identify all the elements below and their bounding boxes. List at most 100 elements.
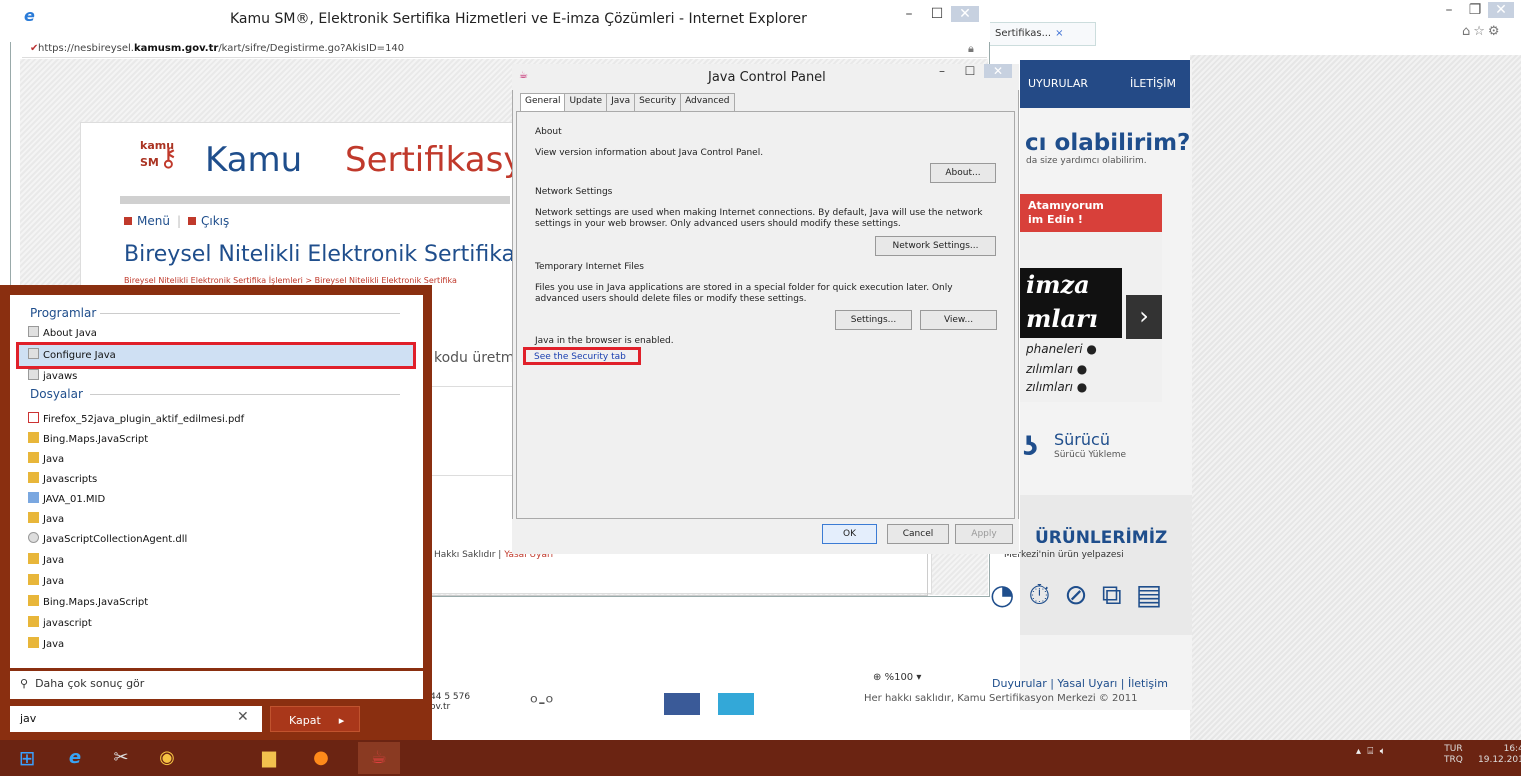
minimize-icon[interactable]: –: [895, 6, 923, 22]
address-bar[interactable]: https://nesbireysel.kamusm.gov.tr/kart/s…: [22, 41, 987, 58]
product-icon[interactable]: ⧉: [1102, 578, 1136, 611]
program-about-java[interactable]: About Java: [28, 326, 97, 339]
lock-icon[interactable]: 🔒︎: [968, 42, 974, 56]
clear-search-icon[interactable]: ✕: [237, 709, 249, 725]
page-title: Bireysel Nitelikli Elektronik Sertifika …: [124, 242, 547, 267]
ie-window-controls: – ☐ ✕: [895, 6, 987, 30]
start-search-input[interactable]: jav: [10, 706, 262, 732]
apply-button[interactable]: Apply: [955, 524, 1013, 544]
site-favicon-icon: ✔: [30, 43, 39, 54]
configure-java-highlight: [16, 342, 416, 369]
file-item[interactable]: Bing.Maps.JavaScript: [28, 432, 148, 445]
maximize-icon[interactable]: ☐: [956, 64, 984, 78]
snipping-tool-icon[interactable]: ✂: [100, 742, 142, 774]
home-icon[interactable]: ⌂: [1462, 24, 1473, 39]
network-settings-button[interactable]: Network Settings...: [875, 236, 996, 256]
product-icon[interactable]: ⏱: [1028, 578, 1064, 611]
tab-java[interactable]: Java: [606, 93, 636, 111]
browser-status-text: Java in the browser is enabled.: [535, 336, 674, 346]
menu-link[interactable]: Menü: [137, 214, 170, 228]
products-title: ÜRÜNLERİMİZ: [1035, 528, 1168, 548]
background-pattern: [1190, 55, 1521, 740]
maximize-icon[interactable]: ☐: [923, 6, 951, 22]
network-icon[interactable]: ⌸: [1367, 746, 1373, 757]
file-item[interactable]: javascript: [28, 616, 92, 629]
close-icon[interactable]: ✕: [984, 64, 1012, 78]
cancel-button[interactable]: Cancel: [887, 524, 949, 544]
product-icon[interactable]: ◔: [990, 578, 1028, 611]
product-icons: ◔⏱⊘⧉▤: [990, 578, 1176, 612]
close-icon[interactable]: ✕: [1488, 2, 1514, 18]
zoom-icon: ⊕: [873, 672, 882, 683]
file-item[interactable]: Java: [28, 637, 64, 650]
kamusm-logo-icon: kamu SM⚷: [140, 139, 178, 173]
slider-next-icon[interactable]: ›: [1126, 295, 1162, 339]
browser-toolbar-icons: ⌂☆⚙: [1462, 24, 1520, 39]
internet-explorer-icon[interactable]: e: [54, 742, 96, 774]
product-icon[interactable]: ▤: [1136, 578, 1176, 611]
tab-general[interactable]: General: [520, 93, 566, 112]
chrome-icon[interactable]: ◉: [146, 742, 188, 774]
file-item[interactable]: Bing.Maps.JavaScript: [28, 595, 148, 608]
folder-icon: [28, 574, 39, 585]
minimize-icon[interactable]: –: [928, 64, 956, 78]
twitter-icon[interactable]: [718, 693, 754, 715]
facebook-icon[interactable]: [664, 693, 700, 715]
file-item[interactable]: JavaScriptCollectionAgent.dll: [28, 532, 187, 545]
file-item[interactable]: Java: [28, 452, 64, 465]
file-item[interactable]: Javascripts: [28, 472, 97, 485]
dll-icon: [28, 532, 39, 543]
product-icon[interactable]: ⊘: [1064, 578, 1101, 611]
program-javaws[interactable]: javaws: [28, 369, 77, 382]
windows-start-icon[interactable]: ⊞: [6, 742, 48, 774]
close-start-menu-button[interactable]: Kapat ▸: [270, 706, 360, 732]
breadcrumb[interactable]: Bireysel Nitelikli Elektronik Sertifika …: [124, 276, 457, 285]
file-item[interactable]: Java: [28, 553, 64, 566]
java-control-panel-taskbar-icon[interactable]: ☕: [358, 742, 400, 774]
chevron-up-icon[interactable]: ▴: [1356, 746, 1361, 757]
firefox-icon[interactable]: ●: [300, 742, 342, 774]
tab-update[interactable]: Update: [564, 93, 608, 111]
more-results-link[interactable]: ⚲ Daha çok sonuç gör: [10, 671, 423, 699]
tab-close-icon[interactable]: ×: [1055, 28, 1063, 39]
restore-icon[interactable]: ❐: [1462, 2, 1488, 18]
close-icon[interactable]: ✕: [951, 6, 979, 22]
file-item[interactable]: JAVA_01.MID: [28, 492, 105, 505]
help-title: cı olabilirim?: [1025, 130, 1191, 156]
file-item[interactable]: Java: [28, 574, 64, 587]
driver-title[interactable]: Sürücü: [1054, 430, 1110, 449]
tab-advanced[interactable]: Advanced: [680, 93, 735, 111]
file-explorer-icon[interactable]: ▆: [248, 742, 290, 774]
temp-files-view-button[interactable]: View...: [920, 310, 997, 330]
zoom-control[interactable]: ⊕ %100 ▾: [873, 672, 921, 683]
products-subtitle: Merkezi'nin ürün yelpazesi: [1004, 550, 1124, 560]
temp-files-settings-button[interactable]: Settings...: [835, 310, 912, 330]
background-browser-tab[interactable]: Sertifikas... ×: [988, 22, 1096, 46]
input-language-indicator[interactable]: TUR TRQ: [1444, 744, 1463, 766]
about-section-heading: About: [535, 127, 562, 137]
volume-icon[interactable]: 🔈︎: [1380, 746, 1386, 757]
ok-button[interactable]: OK: [822, 524, 877, 544]
promo-banner[interactable]: Atamıyorum im Edin !: [1020, 194, 1162, 232]
page-menu-row: Menü | Çıkış: [124, 214, 229, 228]
tab-security[interactable]: Security: [634, 93, 682, 111]
nav-item-iletisim[interactable]: İLETİŞİM: [1130, 77, 1176, 90]
footer-links[interactable]: Duyurular | Yasal Uyarı | İletişim: [992, 677, 1168, 690]
file-item[interactable]: Java: [28, 512, 64, 525]
taskbar-clock[interactable]: 16:4119.12.2017: [1478, 744, 1521, 766]
file-item[interactable]: Firefox_52java_plugin_aktif_edilmesi.pdf: [28, 412, 244, 425]
nav-item-duyurular[interactable]: UYURULAR: [1028, 77, 1088, 90]
chevron-right-icon: ▸: [338, 714, 345, 727]
temp-files-section-heading: Temporary Internet Files: [535, 262, 644, 272]
temp-files-description-2: advanced users should delete files or mo…: [535, 294, 807, 304]
pdf-icon: [28, 412, 39, 423]
minimize-icon[interactable]: –: [1436, 2, 1462, 18]
favorites-star-icon[interactable]: ☆: [1473, 24, 1488, 39]
ie-window-title: Kamu SM®, Elektronik Sertifika Hizmetler…: [230, 11, 807, 27]
settings-gear-icon[interactable]: ⚙: [1488, 24, 1503, 39]
about-button[interactable]: About...: [930, 163, 996, 183]
imza-item: phaneleri ●: [1026, 342, 1097, 356]
java-icon: [28, 326, 39, 337]
social-dots-icon: ᵒ-ᵒ: [530, 690, 554, 714]
exit-link[interactable]: Çıkış: [201, 214, 229, 228]
